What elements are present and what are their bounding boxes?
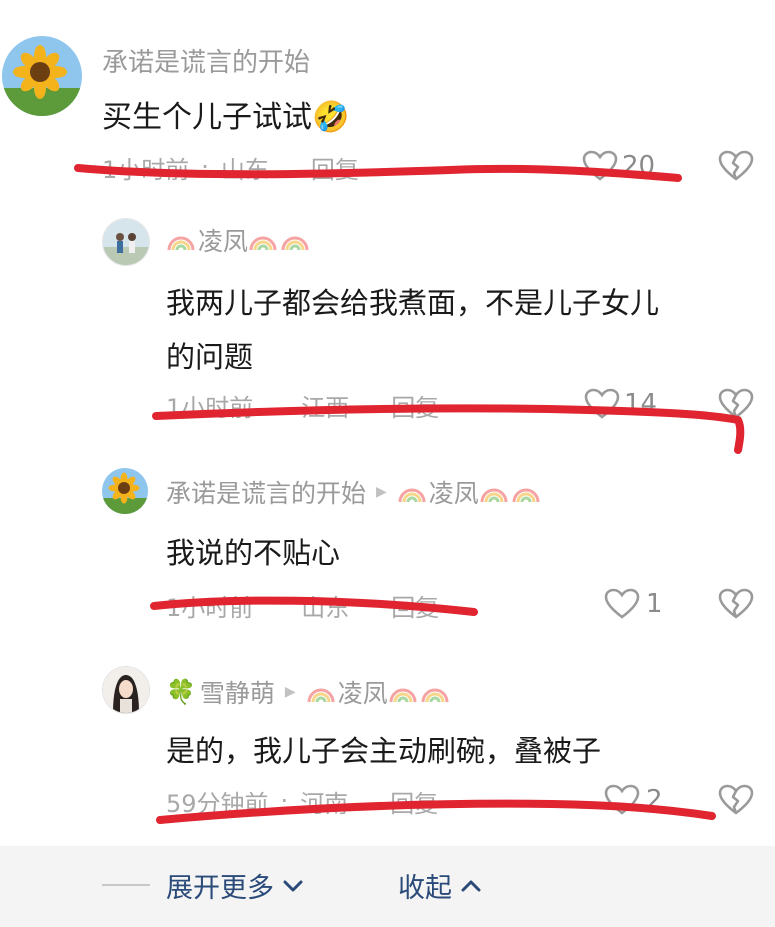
location: 山东 [220, 155, 269, 184]
heart-outline-icon [604, 588, 640, 619]
comment-text: 买生个儿子试试🤣 [102, 92, 349, 136]
clover-icon: 🍀 [166, 678, 196, 706]
divider-line [102, 884, 150, 886]
broken-heart-icon [718, 588, 754, 619]
rainbow-icon [421, 688, 449, 703]
timestamp: 59分钟前 [166, 789, 269, 818]
heart-outline-icon [582, 150, 618, 181]
author-name[interactable]: 雪静萌 [200, 674, 275, 710]
sunflower-avatar-image [102, 468, 148, 514]
heart-outline-icon [604, 784, 640, 815]
reply-meta: 1小时前 山东 回复 [166, 588, 439, 622]
chevron-down-icon [283, 880, 303, 891]
like-button[interactable]: 2 [604, 782, 663, 818]
reply-text: 我说的不贴心 [166, 530, 340, 572]
avatar-couple[interactable] [102, 218, 150, 266]
comment-meta: 1小时前 · 山东 回复 [102, 150, 359, 184]
reply-text-content: 我说的不贴心 [166, 536, 341, 570]
reply-author[interactable]: 凌凤 [166, 222, 312, 258]
dislike-button[interactable] [718, 588, 754, 624]
dislike-button[interactable] [718, 388, 754, 424]
reply-button[interactable]: 回复 [391, 388, 439, 423]
avatar-sunflower[interactable] [2, 36, 82, 116]
location: 河南 [300, 789, 349, 818]
reply-author[interactable]: 承诺是谎言的开始 ▶ 凌凤 [166, 474, 543, 510]
like-count: 1 [646, 589, 663, 619]
reply-meta: 59分钟前 · 河南 回复 [166, 784, 438, 818]
reply-to-name[interactable]: 凌凤 [338, 674, 388, 710]
avatar-girl[interactable] [102, 666, 150, 714]
reply-text-line: 的问题 [166, 340, 254, 374]
reply-text-content: 是的，我儿子会主动刷碗，叠被子 [166, 734, 602, 768]
broken-heart-icon [718, 784, 754, 815]
triangle-right-icon: ▶ [284, 684, 296, 700]
rainbow-icon [281, 236, 309, 251]
broken-heart-icon [718, 388, 754, 419]
couple-avatar-image [103, 219, 149, 265]
reply-author[interactable]: 🍀 雪静萌 ▶ 凌凤 [166, 674, 452, 710]
sunflower-avatar-image [2, 36, 82, 116]
reply-text: 我两儿子都会给我煮面，不是儿子女儿 的问题 [166, 276, 659, 384]
collapse-button[interactable]: 收起 [398, 866, 484, 905]
timestamp: 1小时前 [166, 593, 254, 622]
reply-button[interactable]: 回复 [311, 150, 359, 185]
reply-text-line: 我两儿子都会给我煮面，不是儿子女儿 [166, 286, 660, 320]
author-name[interactable]: 承诺是谎言的开始 [166, 474, 366, 510]
location: 山东 [301, 593, 350, 622]
reply-button[interactable]: 回复 [391, 588, 439, 623]
dislike-button[interactable] [718, 150, 754, 186]
timestamp: 1小时前 [102, 155, 190, 184]
rainbow-icon [167, 236, 195, 251]
rainbow-icon [480, 488, 508, 503]
rainbow-icon [307, 688, 335, 703]
broken-heart-icon [718, 150, 754, 181]
reply-button[interactable]: 回复 [390, 784, 438, 819]
like-count: 14 [624, 389, 658, 419]
comment-author[interactable]: 承诺是谎言的开始 [102, 42, 310, 78]
reply-to-name[interactable]: 凌凤 [429, 474, 479, 510]
rainbow-icon [512, 488, 540, 503]
location: 江西 [301, 393, 350, 422]
comment-text-content: 买生个儿子试试 [102, 100, 312, 135]
girl-avatar-image [103, 667, 149, 713]
chevron-up-icon [461, 880, 481, 891]
laughing-emoji-icon: 🤣 [312, 100, 350, 135]
dislike-button[interactable] [718, 784, 754, 820]
reply-text: 是的，我儿子会主动刷碗，叠被子 [166, 728, 601, 770]
author-name[interactable]: 承诺是谎言的开始 [102, 42, 310, 79]
like-count: 2 [646, 785, 663, 815]
rainbow-icon [249, 236, 277, 251]
like-button[interactable]: 20 [582, 148, 655, 184]
thread-footer: 展开更多 收起 [0, 846, 775, 927]
like-button[interactable]: 14 [584, 386, 657, 422]
timestamp: 1小时前 [166, 393, 254, 422]
heart-outline-icon [584, 388, 620, 419]
like-count: 20 [622, 151, 656, 181]
expand-more-button[interactable]: 展开更多 [166, 866, 306, 905]
expand-more-label: 展开更多 [166, 873, 274, 904]
triangle-right-icon: ▶ [376, 484, 387, 500]
like-button[interactable]: 1 [604, 586, 663, 622]
rainbow-icon [389, 688, 417, 703]
author-name[interactable]: 凌凤 [198, 222, 248, 258]
avatar-sunflower[interactable] [102, 468, 148, 514]
reply-meta: 1小时前 江西 回复 [166, 388, 439, 422]
collapse-label: 收起 [398, 873, 452, 904]
rainbow-icon [398, 488, 426, 503]
